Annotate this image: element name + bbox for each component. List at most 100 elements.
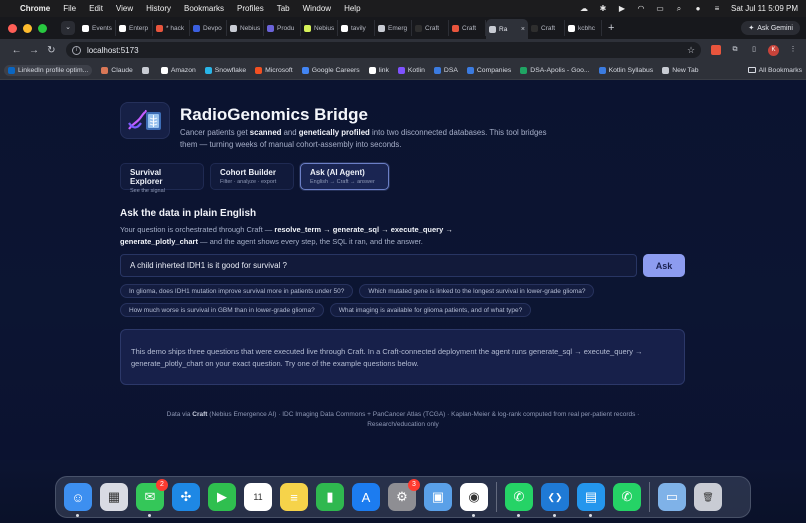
browser-tab[interactable]: tavily [338,20,375,36]
bookmark-item[interactable]: Microsoft [255,66,293,74]
tab-ask-ai-agent[interactable]: Ask (AI Agent) English → Craft → answer [300,163,389,190]
reload-icon[interactable]: ↻ [43,45,60,56]
browser-tab[interactable]: Enterp [116,20,153,36]
docker-icon[interactable]: ▤ [577,483,605,517]
more-menu-icon[interactable]: ⋮ [788,45,798,55]
tab-label: Emerg [388,24,408,32]
browser-tab-active[interactable]: Ra × [486,19,528,39]
example-question-chip[interactable]: Which mutated gene is linked to the long… [359,284,595,298]
notes-icon[interactable]: ≡ [280,483,308,511]
browser-tab[interactable]: kcbhc [565,20,602,36]
messages-icon[interactable]: ✉ 2 [136,479,168,517]
system-settings-icon[interactable]: ⚙ 3 [388,479,420,511]
menu-window[interactable]: Window [303,4,331,13]
menu-history[interactable]: History [146,4,171,13]
chrome-icon[interactable]: ◉ [460,483,488,517]
battery-icon[interactable]: ▭ [655,4,665,13]
menu-edit[interactable]: Edit [89,4,103,13]
bookmark-item[interactable] [141,66,152,74]
bookmark-item[interactable]: Google Careers [301,66,360,74]
example-question-chip[interactable]: How much worse is survival in GBM than i… [120,303,324,317]
bookmark-item[interactable]: Kotlin Syllabus [598,66,653,74]
extensions-puzzle-icon[interactable]: ⧉ [730,45,740,55]
question-input[interactable] [120,254,637,277]
bluetooth-icon[interactable]: ✱ [598,4,608,13]
browser-tab[interactable]: * hack [153,20,190,36]
menu-clock[interactable]: Sat Jul 11 5:09 PM [731,4,798,13]
address-url[interactable]: localhost:5173 [87,46,139,55]
menu-help[interactable]: Help [344,4,360,13]
app-store-icon[interactable]: A [352,483,380,511]
back-arrow-icon[interactable]: ← [8,45,25,56]
menu-bookmarks[interactable]: Bookmarks [184,4,224,13]
tab-cohort-builder[interactable]: Cohort Builder Filter · analyze · export [210,163,294,190]
ask-button[interactable]: Ask [643,254,685,277]
forward-arrow-icon[interactable]: → [25,45,42,56]
close-window-button[interactable] [8,23,17,33]
finder-icon[interactable]: ☺ [64,483,92,517]
bookmark-label: Companies [476,66,512,74]
zoom-window-button[interactable] [38,23,47,33]
profile-avatar[interactable]: K [768,44,780,56]
bookmark-item[interactable]: LinkedIn profile optim... [4,64,93,76]
menu-profiles[interactable]: Profiles [237,4,264,13]
bookmark-item[interactable]: DSA-Apolis - Goo... [520,66,590,74]
browser-tab[interactable]: Devpo [190,20,227,36]
browser-tab[interactable]: Craft [449,20,486,36]
browser-tab[interactable]: Nebius [227,20,264,36]
bookmark-item[interactable]: link [368,66,389,74]
control-center-icon[interactable]: ≡ [712,4,722,13]
launchpad-icon[interactable]: ▦ [100,483,128,511]
bookmark-item[interactable]: Claude [101,66,133,74]
siri-icon[interactable]: ● [693,4,703,13]
spotlight-icon[interactable]: ⌕ [674,4,684,13]
tab-search-chevron-icon[interactable]: ⌄ [61,21,75,35]
bookmark-item[interactable]: Amazon [160,66,196,74]
browser-tab[interactable]: Craft [528,20,565,36]
folder-icon [747,67,756,73]
browser-tab[interactable]: Craft [412,20,449,36]
tab-list: Events Enterp * hack Devpo Nebius Produ Nebius… [79,17,602,39]
bookmark-item[interactable]: Snowflake [204,66,246,74]
close-tab-icon[interactable]: × [521,26,525,33]
ask-gemini-button[interactable]: ✦ Ask Gemini [741,21,800,35]
bookmark-star-icon[interactable]: ☆ [687,45,695,56]
tab-survival-explorer[interactable]: Survival Explorer See the signal [120,163,204,194]
calendar-icon[interactable]: 11 [244,483,272,511]
example-question-chip[interactable]: In glioma, does IDH1 mutation improve su… [120,284,354,298]
browser-tab[interactable]: Nebius [301,20,338,36]
docker-glyph: ▤ [584,489,598,504]
all-bookmarks-button[interactable]: All Bookmarks [747,67,802,74]
creative-cloud-icon[interactable]: ☁ [579,4,589,13]
site-info-icon[interactable]: i [71,45,81,55]
preview-icon[interactable]: ▣ [424,483,452,511]
bookmark-item[interactable]: Kotlin [397,66,425,74]
bookmark-favicon-icon [662,66,670,74]
menu-view[interactable]: View [116,4,133,13]
menu-app-name[interactable]: Chrome [20,4,50,13]
extension-icon[interactable] [711,45,722,55]
browser-tab[interactable]: Produ [264,20,301,36]
address-bar[interactable]: i localhost:5173 ☆ [65,42,702,58]
whatsapp-beta-icon[interactable]: ✆ [613,483,641,511]
bookmark-item[interactable]: New Tab [662,66,699,74]
trash-icon[interactable]: 🗑 [694,483,722,511]
menu-tab[interactable]: Tab [277,4,290,13]
vscode-icon[interactable]: ❮❯ [541,483,569,517]
wifi-icon[interactable]: ◠ [636,4,646,13]
facetime-icon[interactable]: ▶ [208,483,236,511]
downloads-folder-icon[interactable]: ▭ [658,483,686,511]
bookmark-item[interactable]: DSA [433,66,458,74]
safari-icon[interactable]: ✣ [172,483,200,511]
minimize-window-button[interactable] [23,23,32,33]
whatsapp-icon[interactable]: ✆ [505,483,533,517]
browser-tab[interactable]: Events [79,20,116,36]
side-panel-icon[interactable]: ▯ [749,45,759,55]
numbers-icon[interactable]: ▮ [316,483,344,511]
example-question-chip[interactable]: What imaging is available for glioma pat… [329,303,532,317]
bookmark-item[interactable]: Companies [466,66,512,74]
browser-tab[interactable]: Emerg [375,20,412,36]
new-tab-plus-icon[interactable]: + [608,22,614,34]
menu-file[interactable]: File [63,4,76,13]
play-icon[interactable]: ▶ [617,4,627,13]
